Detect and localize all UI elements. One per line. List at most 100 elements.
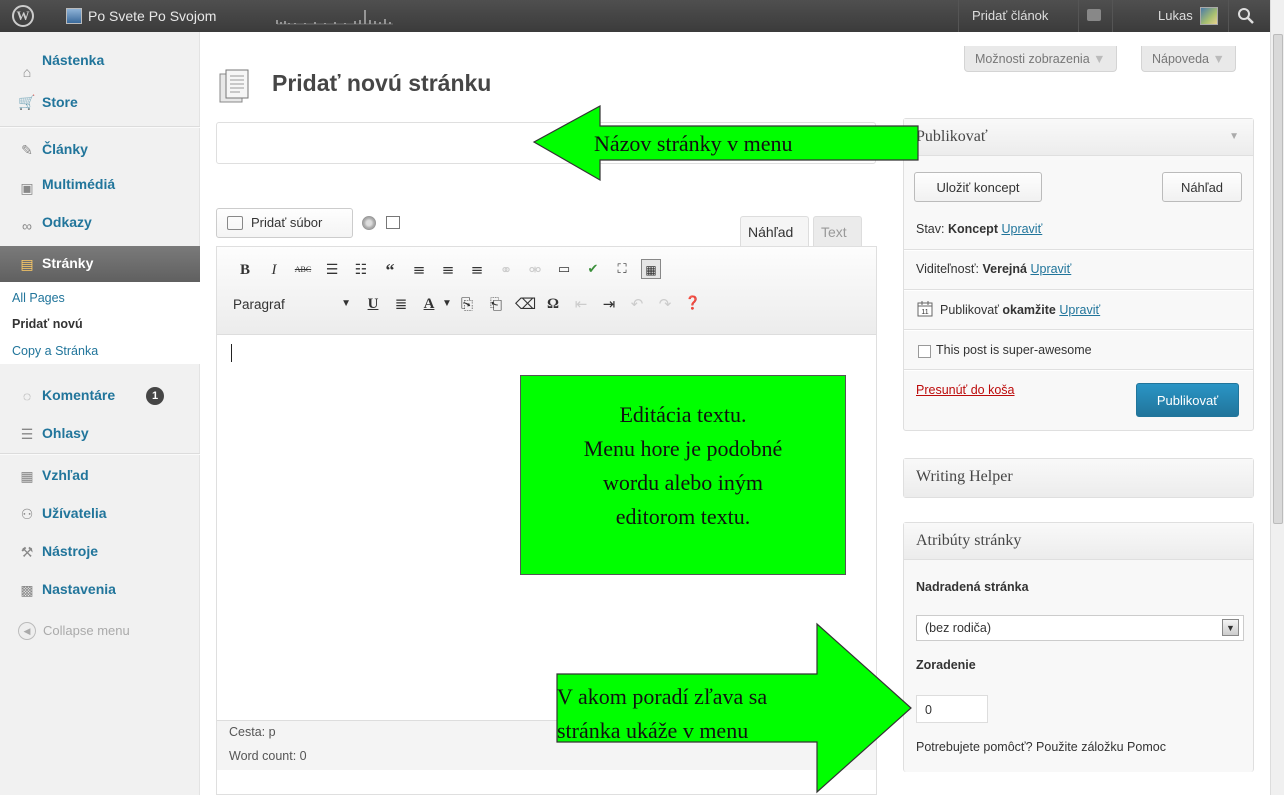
indent-icon[interactable]: ⇥ [599, 294, 619, 314]
blockquote-icon[interactable]: “ [380, 260, 400, 280]
menu-label: Multimédiá [42, 176, 116, 192]
submenu-add-new[interactable]: Pridať novú [12, 317, 83, 331]
editor-annotation-line: Menu hore je podobné [583, 436, 783, 461]
page-attributes-box: Atribúty stránky Nadradená stránka (bez … [903, 522, 1254, 772]
help-button[interactable]: Nápoveda ▼ [1141, 46, 1236, 72]
publish-box-header[interactable]: Publikovať ▼ [904, 119, 1253, 156]
menu-item-appearance[interactable]: ▦ Vzhľad [0, 458, 200, 494]
menu-item-users[interactable]: ⚇ Užívatelia [0, 496, 200, 532]
feedback-icon: ☰ [20, 426, 34, 442]
wordpress-logo-icon[interactable]: W [12, 5, 34, 27]
special-character-icon[interactable]: Ω [543, 294, 563, 314]
add-media-button[interactable]: Pridať súbor [216, 208, 353, 238]
scrollbar-thumb[interactable] [1273, 34, 1283, 524]
italic-icon[interactable]: I [264, 260, 284, 280]
menu-item-feedback[interactable]: ☰ Ohlasy [0, 416, 200, 452]
add-media-label: Pridať súbor [251, 215, 323, 230]
paste-text-icon[interactable]: ⎘ [457, 294, 477, 314]
edit-status-link[interactable]: Upraviť [1001, 222, 1042, 236]
publish-time-value: okamžite [1002, 303, 1056, 317]
super-awesome-checkbox[interactable] [918, 345, 931, 358]
screen-options-button[interactable]: Možnosti zobrazenia ▼ [964, 46, 1117, 72]
kitchen-sink-icon[interactable]: ▦ [641, 259, 661, 279]
comment-icon: ◌ [22, 388, 32, 404]
form-icon[interactable] [386, 216, 400, 229]
tab-text[interactable]: Text [813, 216, 862, 246]
add-post-link[interactable]: Pridať článok [972, 0, 1048, 32]
justify-icon[interactable]: ≣ [391, 294, 411, 314]
menu-label: Ohlasy [42, 425, 89, 441]
edit-publish-time-link[interactable]: Upraviť [1059, 303, 1100, 317]
status-value: Koncept [947, 222, 998, 236]
avatar[interactable] [1200, 7, 1218, 25]
camera-icon [227, 216, 243, 230]
comments-bubble-icon[interactable] [1087, 9, 1101, 21]
move-to-trash-link[interactable]: Presunúť do koša [916, 383, 1015, 397]
edit-visibility-link[interactable]: Upraviť [1030, 262, 1071, 276]
text-color-icon[interactable]: A [419, 294, 439, 314]
underline-icon[interactable]: U [363, 294, 383, 314]
page-title: Pridať novú stránku [272, 70, 492, 96]
save-draft-button[interactable]: Uložiť koncept [914, 172, 1042, 202]
unlink-icon[interactable]: ⚮ [525, 260, 545, 280]
menu-item-comments[interactable]: ◌ Komentáre 1 [0, 378, 200, 414]
submenu-copy-page[interactable]: Copy a Stránka [12, 344, 98, 358]
redo-icon[interactable]: ↷ [655, 294, 675, 314]
media-icon: ▣ [20, 180, 34, 196]
writing-helper-title: Writing Helper [916, 468, 1013, 485]
cart-icon: 🛒 [18, 94, 36, 110]
menu-item-store[interactable]: 🛒 Store [0, 88, 200, 124]
order-input[interactable]: 0 [916, 695, 988, 723]
align-right-icon[interactable]: ≡ [467, 260, 487, 280]
spellcheck-icon[interactable]: ✔ [583, 260, 603, 280]
menu-label: Komentáre [42, 387, 116, 403]
poll-icon[interactable] [362, 216, 376, 230]
help-label: Nápoveda [1152, 52, 1209, 66]
menu-item-posts[interactable]: ✎ Články [0, 132, 200, 168]
align-left-icon[interactable]: ≡ [409, 260, 429, 280]
chevron-down-icon: ▼ [1222, 619, 1239, 636]
paste-word-icon[interactable]: ⎗ [486, 294, 506, 314]
menu-item-tools[interactable]: ⚒ Nástroje [0, 534, 200, 570]
bold-icon[interactable]: B [235, 260, 255, 280]
menu-item-pages[interactable]: ▤ Stránky [0, 246, 200, 282]
window-scrollbar[interactable] [1270, 0, 1284, 795]
parent-select[interactable]: (bez rodiča) ▼ [916, 615, 1244, 641]
undo-icon[interactable]: ↶ [627, 294, 647, 314]
menu-item-dashboard[interactable]: ⌂ Nástenka [0, 52, 200, 90]
fullscreen-icon[interactable]: ⛶ [612, 260, 632, 280]
publish-box-title: Publikovať [916, 128, 988, 145]
preview-button[interactable]: Náhľad [1162, 172, 1242, 202]
format-select[interactable]: Paragraf ▼ [231, 293, 357, 317]
editor-annotation-box: Editácia textu. Menu hore je podobné wor… [520, 375, 846, 575]
page-attributes-header[interactable]: Atribúty stránky [904, 523, 1253, 560]
editor-toolbar: B I ABC ☰ ☷ “ ≡ ≡ ≡ ⚭ ⚮ ▭ ✔ ⛶ ▦ Paragraf… [217, 247, 876, 335]
tab-visual[interactable]: Náhľad [740, 216, 809, 246]
menu-item-settings[interactable]: ▩ Nastavenia [0, 572, 200, 608]
search-icon[interactable] [1236, 6, 1256, 26]
read-more-icon[interactable]: ▭ [554, 260, 574, 280]
help-icon[interactable]: ❓ [683, 294, 703, 314]
strikethrough-icon[interactable]: ABC [293, 260, 313, 280]
user-name-link[interactable]: Lukas [1158, 0, 1193, 32]
pages-icon: ▤ [20, 256, 34, 272]
text-color-dropdown-icon[interactable]: ▼ [437, 294, 457, 314]
link-icon[interactable]: ⚭ [496, 260, 516, 280]
parent-label: Nadradená stránka [916, 580, 1029, 594]
publish-box: Publikovať ▼ Uložiť koncept Náhľad Stav:… [903, 118, 1254, 431]
publish-button[interactable]: Publikovať [1136, 383, 1239, 417]
menu-item-links[interactable]: ∞ Odkazy [0, 208, 200, 244]
numbered-list-icon[interactable]: ☷ [351, 260, 371, 280]
clear-formatting-icon[interactable]: ⌫ [515, 294, 536, 314]
publish-time-row: Publikovať okamžite Upraviť [940, 303, 1100, 317]
align-center-icon[interactable]: ≡ [438, 260, 458, 280]
menu-item-media[interactable]: ▣ Multimédiá [0, 170, 200, 206]
submenu-all-pages[interactable]: All Pages [12, 291, 65, 305]
visibility-value: Verejná [982, 262, 1027, 276]
stats-sparkline-icon[interactable] [275, 8, 395, 26]
toggle-arrow-icon[interactable]: ▼ [1229, 131, 1239, 142]
site-name-link[interactable]: Po Svete Po Svojom [88, 8, 216, 24]
writing-helper-header[interactable]: Writing Helper [904, 459, 1253, 497]
bullet-list-icon[interactable]: ☰ [322, 260, 342, 280]
outdent-icon[interactable]: ⇤ [571, 294, 591, 314]
